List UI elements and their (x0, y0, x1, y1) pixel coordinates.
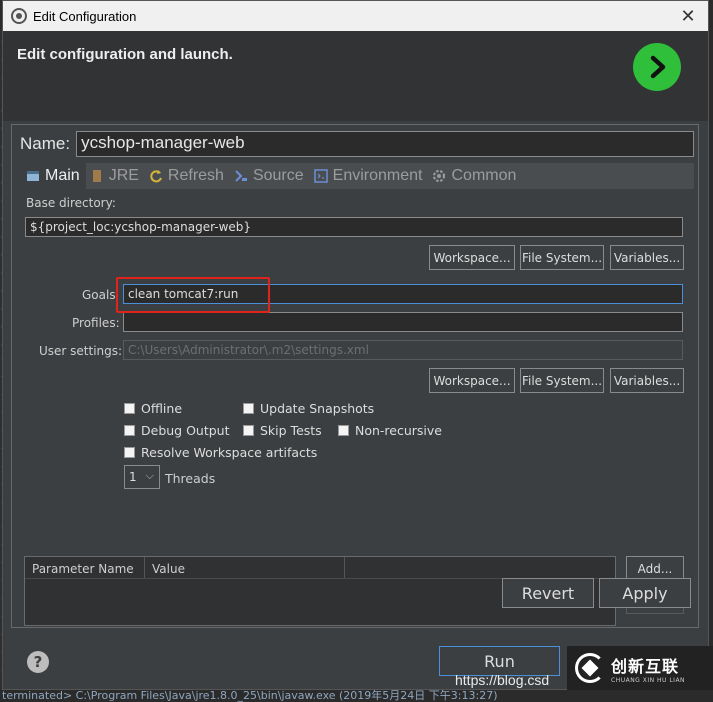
base-directory-input[interactable]: ${project_loc:ycshop-manager-web} (25, 217, 683, 237)
apply-button[interactable]: Apply (599, 578, 691, 608)
debug-output-checkbox[interactable]: Debug Output (124, 423, 230, 438)
user-settings-input[interactable]: C:\Users\Administrator\.m2\settings.xml (123, 340, 683, 360)
environment-icon (313, 169, 328, 183)
title-bar: Edit Configuration ✕ (3, 1, 708, 31)
tab-bar: Main JRE Refresh Source Environment Comm… (22, 163, 694, 189)
checkbox-box[interactable] (338, 425, 349, 436)
brand-name-en: CHUANG XIN HU LIAN (611, 676, 686, 684)
close-icon[interactable]: ✕ (668, 1, 708, 31)
variables-button-settings[interactable]: Variables... (610, 368, 684, 393)
common-icon (432, 169, 446, 183)
resolve-workspace-checkbox[interactable]: Resolve Workspace artifacts (124, 445, 317, 460)
workspace-button-settings[interactable]: Workspace... (429, 368, 515, 393)
tab-main-label: Main (45, 167, 80, 184)
tab-source-label: Source (252, 167, 304, 184)
console-status-line: terminated> C:\Program Files\Java\jre1.8… (0, 690, 713, 702)
tab-jre-label: JRE (108, 167, 139, 184)
chevron-down-icon: ⌵ (145, 469, 154, 482)
column-parameter-name[interactable]: Parameter Name (25, 557, 145, 578)
user-settings-label: User settings: (39, 344, 123, 358)
tab-common-label: Common (451, 167, 517, 184)
file-system-button[interactable]: File System... (520, 245, 604, 270)
edit-configuration-dialog: Edit Configuration ✕ Edit configuration … (2, 0, 709, 690)
window-title: Edit Configuration (33, 8, 137, 24)
source-icon (234, 169, 248, 183)
checkbox-box[interactable] (124, 447, 135, 458)
offline-checkbox[interactable]: Offline (124, 401, 182, 416)
profiles-label: Profiles: (72, 316, 120, 330)
tab-environment[interactable]: Environment (310, 163, 429, 189)
threads-select[interactable]: 1 ⌵ (124, 465, 160, 489)
skip-tests-label: Skip Tests (260, 423, 322, 438)
eclipse-icon (11, 8, 27, 24)
profiles-input[interactable] (123, 312, 683, 332)
non-recursive-checkbox[interactable]: Non-recursive (338, 423, 442, 438)
table-header: Parameter Name Value (25, 557, 615, 579)
checkbox-box[interactable] (243, 425, 254, 436)
jre-icon (90, 169, 104, 183)
skip-tests-checkbox[interactable]: Skip Tests (243, 423, 322, 438)
tab-source[interactable]: Source (230, 163, 310, 189)
file-system-button-settings[interactable]: File System... (520, 368, 604, 393)
tab-main[interactable]: Main (22, 163, 86, 189)
variables-button[interactable]: Variables... (610, 245, 684, 270)
debug-output-label: Debug Output (141, 423, 230, 438)
name-row: Name: ycshop-manager-web (20, 131, 695, 157)
tab-environment-label: Environment (332, 167, 423, 184)
name-input[interactable]: ycshop-manager-web (76, 131, 695, 157)
update-snapshots-label: Update Snapshots (260, 401, 375, 416)
revert-button[interactable]: Revert (502, 578, 594, 608)
tab-jre[interactable]: JRE (86, 163, 145, 189)
brand-name-cn: 创新互联 (611, 656, 680, 676)
resolve-workspace-label: Resolve Workspace artifacts (141, 445, 318, 460)
offline-label: Offline (141, 401, 183, 416)
checkbox-box[interactable] (124, 425, 135, 436)
watermark-url: https://blog.csd (455, 672, 550, 688)
threads-label: Threads (165, 471, 216, 486)
brand-logo-icon (575, 653, 605, 683)
name-label: Name: (20, 134, 71, 153)
main-tab-panel: Base directory: ${project_loc:ycshop-man… (22, 189, 694, 627)
brand-logo: 创新互联 CHUANG XIN HU LIAN (567, 646, 713, 690)
threads-value: 1 (129, 470, 137, 484)
m2-main-icon (26, 169, 40, 183)
refresh-icon (149, 169, 163, 183)
update-snapshots-checkbox[interactable]: Update Snapshots (243, 401, 374, 416)
goals-label: Goals (82, 288, 116, 302)
configuration-area: Name: ycshop-manager-web Main JRE Refres… (11, 124, 699, 628)
dialog-header: Edit configuration and launch. (3, 31, 708, 121)
dialog-heading: Edit configuration and launch. (17, 46, 233, 63)
tab-common[interactable]: Common (428, 163, 522, 189)
launch-icon (633, 43, 681, 91)
column-value[interactable]: Value (145, 557, 345, 578)
workspace-button[interactable]: Workspace... (429, 245, 515, 270)
non-recursive-label: Non-recursive (355, 423, 442, 438)
tab-refresh[interactable]: Refresh (145, 163, 230, 189)
checkbox-box[interactable] (243, 403, 254, 414)
goals-highlight-annotation (116, 277, 270, 313)
base-directory-label: Base directory: (26, 196, 116, 210)
checkbox-box[interactable] (124, 403, 135, 414)
help-icon[interactable]: ? (27, 651, 49, 673)
tab-refresh-label: Refresh (167, 167, 224, 184)
